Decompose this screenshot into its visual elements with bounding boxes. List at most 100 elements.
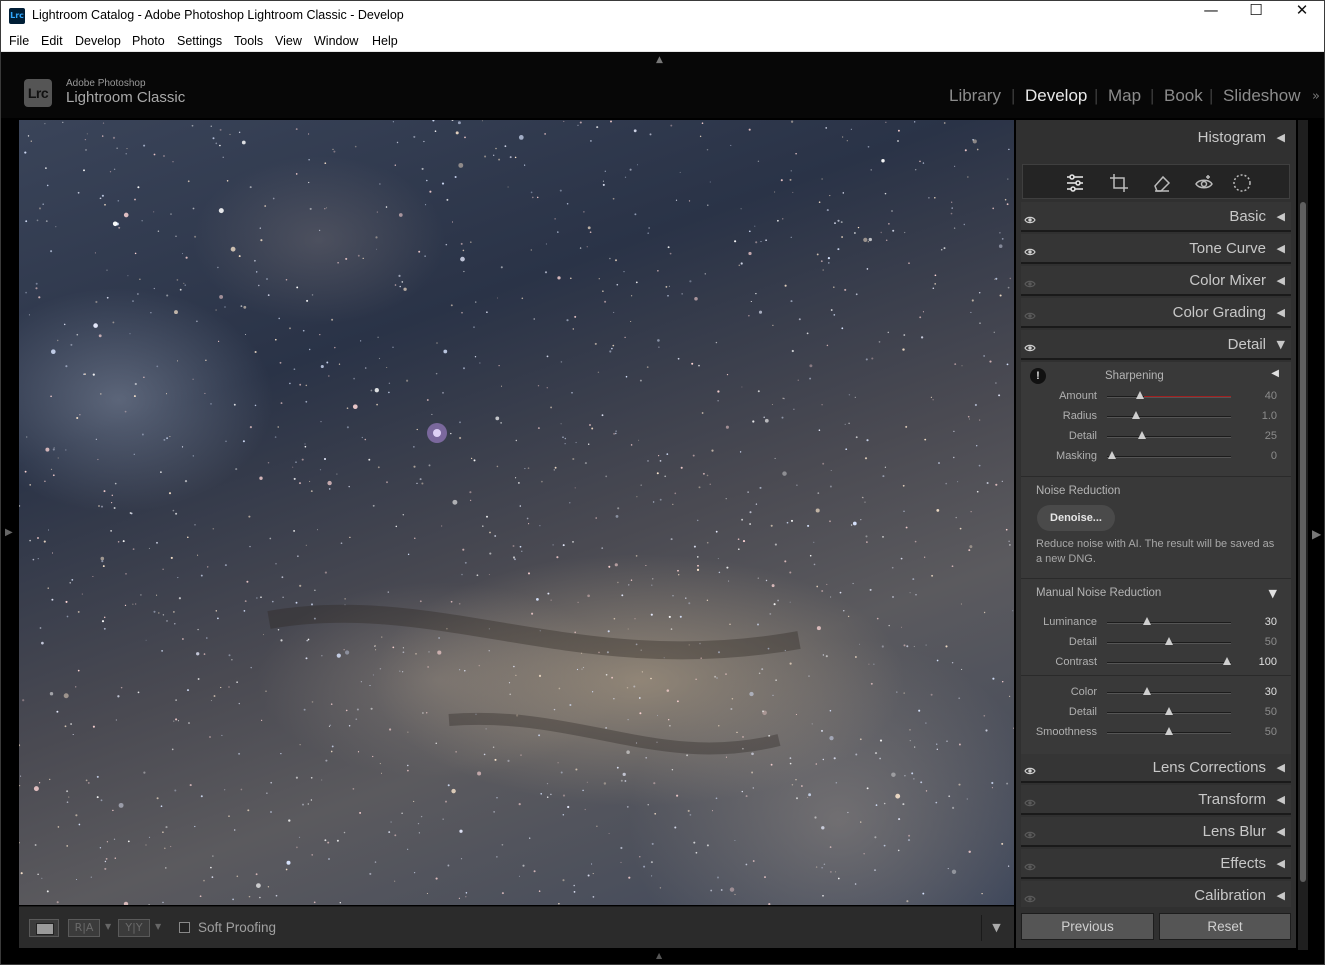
- slider-detail[interactable]: Detail 50: [1021, 633, 1291, 653]
- eye-icon[interactable]: [1024, 858, 1036, 871]
- slider-thumb[interactable]: [1131, 411, 1140, 419]
- menu-view[interactable]: View: [275, 34, 302, 48]
- slider-track[interactable]: [1107, 416, 1231, 418]
- slider-value[interactable]: 50: [1265, 706, 1277, 718]
- slider-value[interactable]: 100: [1259, 656, 1277, 668]
- red-eye-icon[interactable]: [1193, 172, 1215, 194]
- top-panel-toggle-icon[interactable]: ▲: [656, 55, 663, 65]
- slider-masking[interactable]: Masking 0: [1021, 447, 1291, 467]
- slider-value[interactable]: 25: [1265, 430, 1277, 442]
- before-after-split-button[interactable]: Y|Y: [118, 919, 150, 937]
- panel-header-transform[interactable]: Transform ◀: [1021, 785, 1291, 815]
- slider-detail[interactable]: Detail 25: [1021, 427, 1291, 447]
- eye-icon[interactable]: [1024, 339, 1036, 352]
- slider-thumb[interactable]: [1223, 657, 1232, 665]
- eye-icon[interactable]: [1024, 762, 1036, 775]
- slider-value[interactable]: 50: [1265, 726, 1277, 738]
- menu-edit[interactable]: Edit: [41, 34, 63, 48]
- collapse-down-icon[interactable]: ▼: [1269, 587, 1277, 600]
- slider-thumb[interactable]: [1165, 707, 1173, 715]
- close-button[interactable]: ✕: [1279, 1, 1325, 31]
- scrollbar-thumb[interactable]: [1300, 202, 1306, 882]
- menu-develop[interactable]: Develop: [75, 34, 121, 48]
- panel-header-color-mixer[interactable]: Color Mixer ◀: [1021, 266, 1291, 296]
- maximize-button[interactable]: ☐: [1233, 1, 1279, 31]
- double-chevron-right-icon[interactable]: »: [1312, 89, 1320, 104]
- slider-radius[interactable]: Radius 1.0: [1021, 407, 1291, 427]
- slider-luminance[interactable]: Luminance 30: [1021, 613, 1291, 633]
- eye-icon[interactable]: [1024, 243, 1036, 256]
- slider-value[interactable]: 30: [1265, 686, 1277, 698]
- module-map[interactable]: Map: [1108, 86, 1141, 106]
- slider-smoothness[interactable]: Smoothness 50: [1021, 723, 1291, 743]
- before-after-button[interactable]: R|A: [68, 919, 100, 937]
- slider-thumb[interactable]: [1136, 391, 1145, 399]
- module-slideshow[interactable]: Slideshow: [1223, 86, 1301, 106]
- right-panel-scrollbar[interactable]: [1298, 120, 1308, 950]
- slider-track[interactable]: [1107, 662, 1231, 664]
- module-book[interactable]: Book: [1164, 86, 1203, 106]
- slider-value[interactable]: 1.0: [1262, 410, 1277, 422]
- denoise-button[interactable]: Denoise...: [1037, 505, 1115, 531]
- chevron-down-icon[interactable]: ▼: [105, 922, 111, 931]
- edit-sliders-icon[interactable]: [1064, 172, 1086, 194]
- eye-icon[interactable]: [1024, 890, 1036, 903]
- left-panel-toggle-icon[interactable]: ▶: [5, 527, 13, 538]
- slider-value[interactable]: 50: [1265, 636, 1277, 648]
- eraser-icon[interactable]: [1151, 172, 1173, 194]
- slider-value[interactable]: 0: [1271, 450, 1277, 462]
- previous-button[interactable]: Previous: [1021, 913, 1154, 940]
- crop-icon[interactable]: [1108, 172, 1130, 194]
- photo-canvas[interactable]: [19, 120, 1014, 905]
- eye-icon[interactable]: [1024, 275, 1036, 288]
- masking-icon[interactable]: [1231, 172, 1253, 194]
- eye-icon[interactable]: [1024, 307, 1036, 320]
- panel-header-histogram[interactable]: Histogram ◀: [1021, 120, 1291, 156]
- slider-amount[interactable]: Amount 40: [1021, 387, 1291, 407]
- slider-thumb[interactable]: [1142, 617, 1151, 625]
- chevron-down-icon[interactable]: ▼: [155, 922, 161, 931]
- slider-thumb[interactable]: [1165, 637, 1173, 645]
- collapse-left-icon[interactable]: ◀: [1271, 368, 1279, 379]
- menu-window[interactable]: Window: [314, 34, 358, 48]
- right-panel-toggle-icon[interactable]: ▶: [1312, 527, 1321, 541]
- panel-header-color-grading[interactable]: Color Grading ◀: [1021, 298, 1291, 328]
- minimize-button[interactable]: —: [1188, 1, 1234, 31]
- slider-thumb[interactable]: [1137, 431, 1146, 439]
- panel-header-effects[interactable]: Effects ◀: [1021, 849, 1291, 879]
- slider-track[interactable]: [1107, 436, 1231, 438]
- eye-icon[interactable]: [1024, 826, 1036, 839]
- slider-track[interactable]: [1107, 692, 1231, 694]
- panel-header-lens-corrections[interactable]: Lens Corrections ◀: [1021, 753, 1291, 783]
- panel-header-basic[interactable]: Basic ◀: [1021, 202, 1291, 232]
- bottom-panel-toggle-icon[interactable]: ▲: [656, 951, 662, 960]
- slider-value[interactable]: 30: [1265, 616, 1277, 628]
- slider-track[interactable]: [1107, 456, 1231, 458]
- slider-track[interactable]: [1107, 622, 1231, 624]
- module-develop[interactable]: Develop: [1025, 86, 1087, 106]
- panel-header-lens-blur[interactable]: Lens Blur ◀: [1021, 817, 1291, 847]
- warning-icon[interactable]: !: [1030, 368, 1046, 384]
- loupe-view-icon[interactable]: [29, 919, 59, 937]
- panel-header-tone-curve[interactable]: Tone Curve ◀: [1021, 234, 1291, 264]
- slider-contrast[interactable]: Contrast 100: [1021, 653, 1291, 673]
- menu-help[interactable]: Help: [372, 34, 398, 48]
- slider-detail[interactable]: Detail 50: [1021, 703, 1291, 723]
- slider-thumb[interactable]: [1107, 451, 1116, 459]
- slider-value[interactable]: 40: [1265, 390, 1277, 402]
- module-library[interactable]: Library: [949, 86, 1001, 106]
- menu-tools[interactable]: Tools: [234, 34, 263, 48]
- menu-settings[interactable]: Settings: [177, 34, 222, 48]
- reset-button[interactable]: Reset: [1159, 913, 1291, 940]
- soft-proofing-checkbox[interactable]: [179, 922, 190, 933]
- menu-file[interactable]: File: [9, 34, 29, 48]
- toolbar-menu-icon[interactable]: ▼: [981, 915, 1011, 941]
- panel-header-detail[interactable]: Detail ▼: [1021, 330, 1291, 360]
- slider-thumb[interactable]: [1165, 727, 1173, 735]
- eye-icon[interactable]: [1024, 794, 1036, 807]
- slider-track[interactable]: [1107, 396, 1231, 398]
- panel-header-calibration[interactable]: Calibration ◀: [1021, 881, 1291, 907]
- slider-thumb[interactable]: [1142, 687, 1151, 695]
- slider-color[interactable]: Color 30: [1021, 683, 1291, 703]
- eye-icon[interactable]: [1024, 211, 1036, 224]
